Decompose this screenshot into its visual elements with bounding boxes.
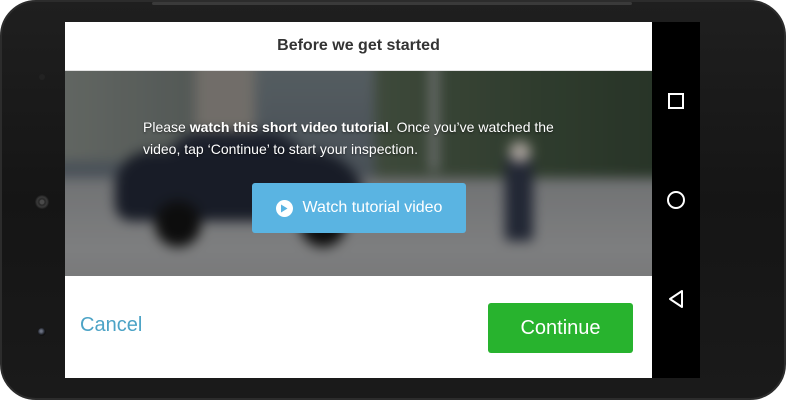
speaker-grille bbox=[35, 195, 49, 209]
video-overlay bbox=[65, 71, 652, 276]
continue-label: Continue bbox=[520, 316, 601, 339]
back-button[interactable] bbox=[664, 287, 688, 311]
dialog-header: Before we get started bbox=[65, 22, 652, 71]
recents-button[interactable] bbox=[664, 89, 688, 113]
front-camera bbox=[38, 328, 46, 336]
app-screen: Before we get started Please watch this … bbox=[65, 22, 652, 378]
cancel-button[interactable]: Cancel bbox=[80, 314, 142, 337]
home-button[interactable] bbox=[664, 188, 688, 212]
intro-message: Please watch this short video tutorial. … bbox=[143, 116, 563, 160]
watch-tutorial-label: Watch tutorial video bbox=[302, 199, 443, 216]
triangle-back-icon bbox=[669, 290, 683, 308]
android-navigation-bar bbox=[652, 22, 700, 378]
proximity-sensor bbox=[39, 74, 45, 80]
video-background: Please watch this short video tutorial. … bbox=[65, 71, 652, 276]
phone-edge bbox=[152, 2, 632, 5]
intro-prefix: Please bbox=[143, 119, 190, 135]
dialog-footer: Cancel Continue bbox=[65, 276, 652, 378]
dialog-title: Before we get started bbox=[277, 37, 440, 54]
square-icon bbox=[668, 93, 684, 109]
circle-icon bbox=[667, 191, 685, 209]
watch-tutorial-button[interactable]: Watch tutorial video bbox=[252, 183, 466, 233]
continue-button[interactable]: Continue bbox=[488, 303, 633, 353]
intro-emphasis: watch this short video tutorial bbox=[189, 119, 389, 135]
play-circle-icon bbox=[275, 199, 293, 217]
